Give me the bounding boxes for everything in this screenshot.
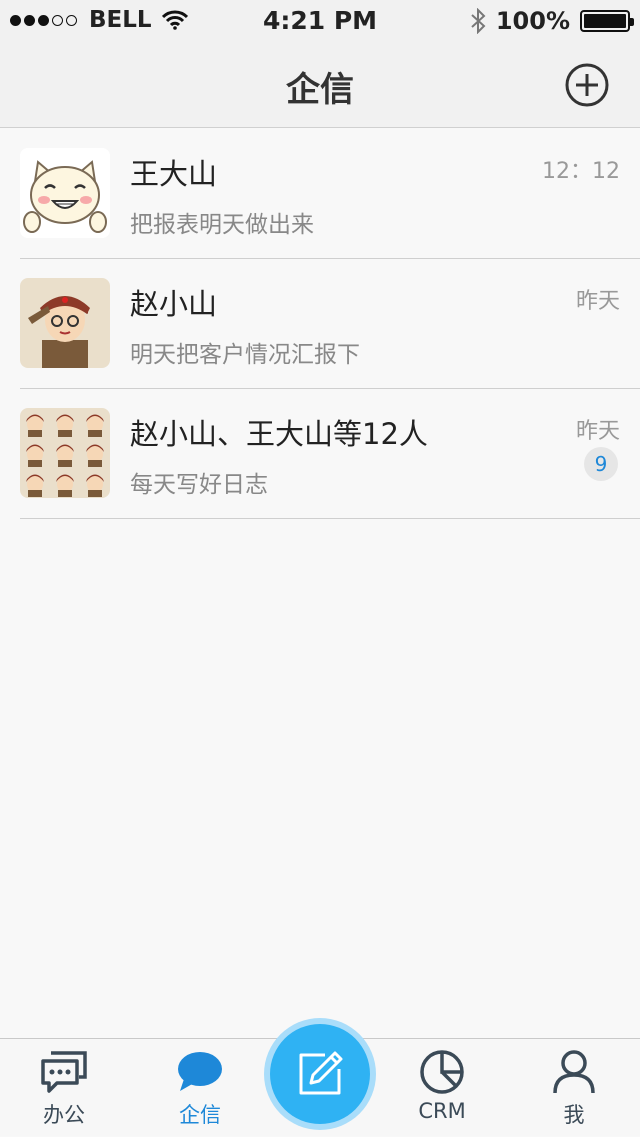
conversation-preview: 把报表明天做出来 xyxy=(130,205,314,239)
saluting-soldier-avatar xyxy=(20,278,110,368)
conversation-list: 王大山 把报表明天做出来 12：12 赵小山 明天把客户情况汇报下 昨天 xyxy=(0,129,640,519)
conversation-time: 昨天 xyxy=(576,413,620,445)
tab-messages[interactable]: 企信 xyxy=(136,1039,264,1137)
person-icon xyxy=(552,1049,596,1095)
tab-label: 企信 xyxy=(136,1099,264,1129)
conversation-item[interactable]: 王大山 把报表明天做出来 12：12 xyxy=(0,129,640,259)
conversation-name: 赵小山 xyxy=(130,281,217,323)
chat-bubbles-icon xyxy=(39,1049,89,1095)
tab-label: 办公 xyxy=(0,1099,128,1129)
tab-label: CRM xyxy=(378,1099,506,1123)
conversation-item[interactable]: 赵小山、王大山等12人 每天写好日志 昨天 9 xyxy=(0,389,640,519)
page-title: 企信 xyxy=(0,62,640,111)
battery-percent: 100% xyxy=(496,7,570,35)
conversation-preview: 明天把客户情况汇报下 xyxy=(130,335,360,369)
battery-icon xyxy=(580,10,630,32)
speech-bubble-icon xyxy=(176,1049,224,1095)
conversation-name: 王大山 xyxy=(130,151,217,193)
tab-me[interactable]: 我 xyxy=(510,1039,638,1137)
status-bar: BELL 4:21 PM 100% xyxy=(0,0,640,40)
group-grid-avatar xyxy=(20,408,110,498)
tab-bar: 办公 企信 CRM xyxy=(0,1038,640,1136)
bluetooth-icon xyxy=(470,8,486,34)
nav-bar: 企信 xyxy=(0,40,640,128)
unread-badge: 9 xyxy=(584,447,618,481)
compose-button[interactable] xyxy=(264,1018,376,1130)
pie-chart-icon xyxy=(419,1049,465,1095)
tab-label: 我 xyxy=(510,1099,638,1129)
conversation-name: 赵小山、王大山等12人 xyxy=(130,411,428,453)
edit-pencil-icon xyxy=(295,1049,345,1099)
tab-crm[interactable]: CRM xyxy=(378,1039,506,1137)
conversation-preview: 每天写好日志 xyxy=(130,465,268,499)
conversation-time: 昨天 xyxy=(576,283,620,315)
conversation-time: 12：12 xyxy=(542,153,620,185)
conversation-item[interactable]: 赵小山 明天把客户情况汇报下 昨天 xyxy=(0,259,640,389)
divider xyxy=(20,518,640,519)
smiling-cat-avatar xyxy=(20,148,110,238)
tab-office[interactable]: 办公 xyxy=(0,1039,128,1137)
add-icon[interactable] xyxy=(564,62,610,108)
status-right: 100% xyxy=(470,7,630,35)
